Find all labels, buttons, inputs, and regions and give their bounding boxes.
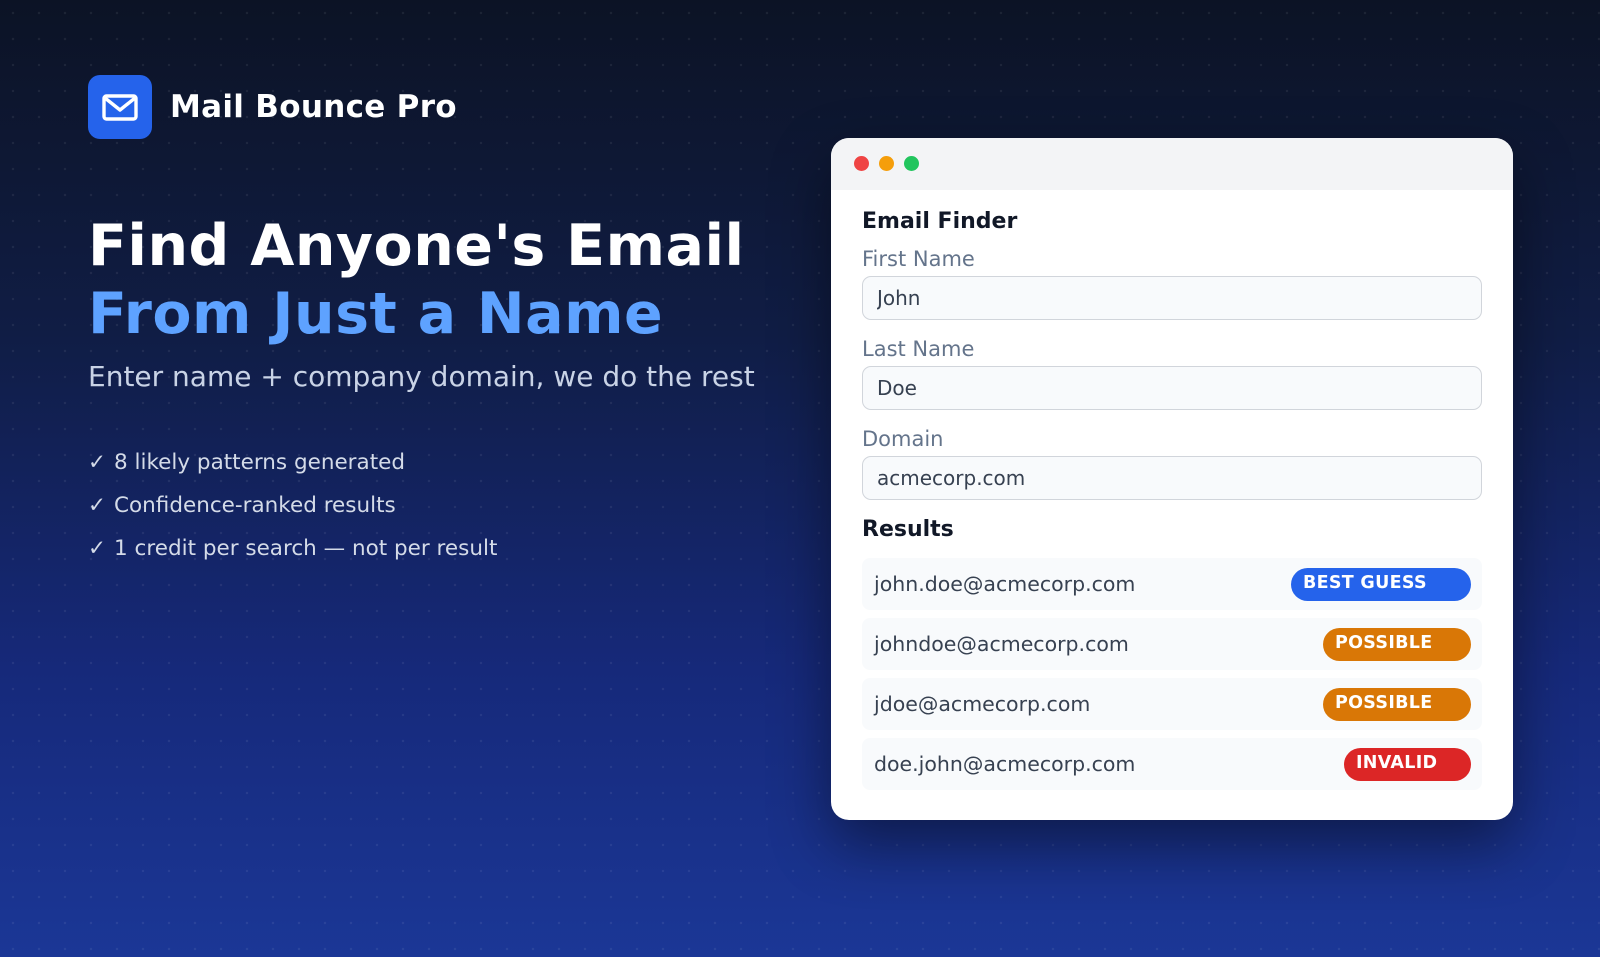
result-row[interactable]: johndoe@acmecorp.com POSSIBLE [862, 618, 1482, 670]
headline-line-1: Find Anyone's Email [88, 213, 745, 279]
hero-subtitle: Enter name + company domain, we do the r… [88, 360, 755, 393]
result-row[interactable]: doe.john@acmecorp.com INVALID [862, 738, 1482, 790]
close-window-button[interactable] [854, 156, 869, 171]
result-email: doe.john@acmecorp.com [874, 752, 1136, 776]
first-name-label: First Name [862, 247, 975, 271]
minimize-window-button[interactable] [879, 156, 894, 171]
email-finder-window: Email Finder First Name Last Name Domain… [831, 138, 1513, 820]
confidence-badge: BEST GUESS [1291, 567, 1471, 601]
last-name-input[interactable] [862, 366, 1482, 410]
feature-item: ✓ Confidence-ranked results [88, 493, 497, 536]
finder-title: Email Finder [862, 209, 1018, 234]
feature-list: ✓ 8 likely patterns generated ✓ Confidence… [88, 450, 497, 579]
hero-headline: Find Anyone's Email From Just a Name [88, 212, 745, 348]
app-name: Mail Bounce Pro [170, 89, 457, 125]
first-name-input[interactable] [862, 276, 1482, 320]
confidence-badge: POSSIBLE [1323, 627, 1471, 661]
result-email: jdoe@acmecorp.com [874, 692, 1091, 716]
check-icon: ✓ [88, 450, 107, 475]
mail-icon [102, 94, 138, 121]
feature-text: Confidence-ranked results [114, 493, 396, 518]
result-row[interactable]: john.doe@acmecorp.com BEST GUESS [862, 558, 1482, 610]
confidence-badge: POSSIBLE [1323, 687, 1471, 721]
feature-item: ✓ 1 credit per search — not per result [88, 536, 497, 579]
result-email: john.doe@acmecorp.com [874, 572, 1136, 596]
last-name-label: Last Name [862, 337, 975, 361]
headline-line-2: From Just a Name [88, 281, 664, 347]
brand: Mail Bounce Pro [88, 75, 457, 139]
feature-text: 1 credit per search — not per result [114, 536, 498, 561]
domain-input[interactable] [862, 456, 1482, 500]
maximize-window-button[interactable] [904, 156, 919, 171]
app-logo [88, 75, 152, 139]
result-email: johndoe@acmecorp.com [874, 632, 1129, 656]
check-icon: ✓ [88, 536, 107, 561]
feature-item: ✓ 8 likely patterns generated [88, 450, 497, 493]
check-icon: ✓ [88, 493, 107, 518]
finder-form: Email Finder First Name Last Name Domain… [831, 190, 1513, 790]
result-row[interactable]: jdoe@acmecorp.com POSSIBLE [862, 678, 1482, 730]
domain-label: Domain [862, 427, 944, 451]
results-title: Results [862, 517, 954, 542]
confidence-badge: INVALID [1344, 747, 1471, 781]
window-titlebar [831, 138, 1513, 190]
feature-text: 8 likely patterns generated [114, 450, 406, 475]
